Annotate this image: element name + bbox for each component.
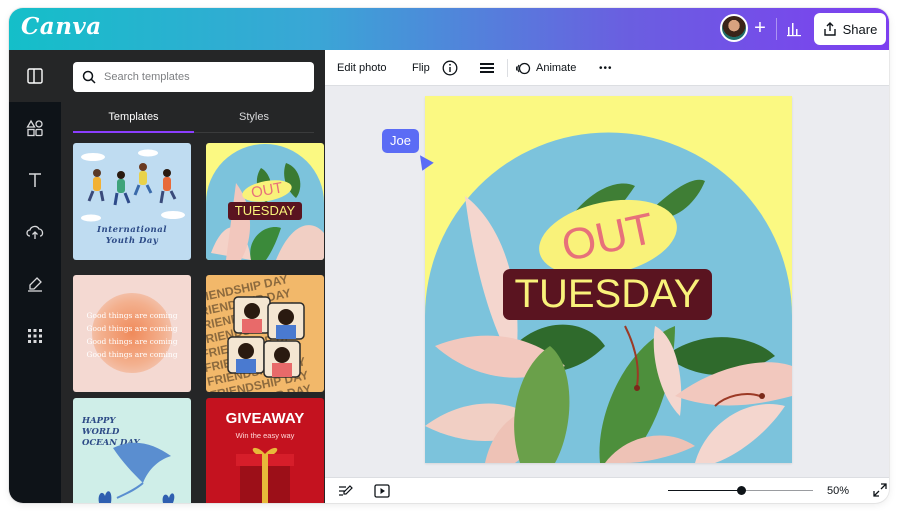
lines-icon xyxy=(480,63,494,73)
templates-panel: Templates Styles xyxy=(61,50,325,503)
canva-editor-window: Canva + Share Search templates Templates… xyxy=(9,8,889,503)
toolbar-divider xyxy=(507,59,508,77)
template-line: Good things are coming xyxy=(86,311,178,320)
layout-icon xyxy=(27,68,43,84)
flip-button[interactable]: Flip xyxy=(412,50,430,86)
notes-icon xyxy=(339,485,353,496)
template-line: Good things are coming xyxy=(86,337,178,346)
template-caption: International Youth Day xyxy=(97,225,167,246)
tab-templates[interactable]: Templates xyxy=(73,102,194,132)
info-button[interactable] xyxy=(442,50,458,86)
play-icon xyxy=(374,484,390,498)
template-tuesday-text: TUESDAY xyxy=(228,202,302,220)
editor-toolbar: Edit photo Flip Animate ••• xyxy=(325,50,889,86)
insights-button[interactable] xyxy=(779,13,809,45)
rail-templates[interactable] xyxy=(9,50,61,102)
add-collaborator-button[interactable]: + xyxy=(749,16,771,40)
share-label: Share xyxy=(842,21,878,37)
share-icon xyxy=(823,22,836,36)
friends-illustration xyxy=(227,296,305,378)
canvas-area: OUT TUESDAY Joe xyxy=(325,86,889,477)
template-thumbnail[interactable]: Good things are coming Good things are c… xyxy=(73,275,191,392)
apps-grid-icon xyxy=(28,329,42,343)
tab-styles[interactable]: Styles xyxy=(194,102,314,132)
template-lines: Good things are coming Good things are c… xyxy=(73,309,191,361)
user-avatar[interactable] xyxy=(720,14,748,42)
share-button[interactable]: Share xyxy=(814,13,886,45)
manta-ray-illustration xyxy=(98,442,175,503)
search-box[interactable] xyxy=(73,62,314,92)
top-bar: Canva + Share xyxy=(9,8,889,50)
zoom-slider-fill xyxy=(668,490,741,491)
panel-tabs: Templates Styles xyxy=(73,102,314,133)
template-line: Good things are coming xyxy=(86,350,178,359)
rail-apps[interactable] xyxy=(9,310,61,362)
line-spacing-button[interactable] xyxy=(479,50,495,86)
present-button[interactable] xyxy=(374,483,390,499)
gift-box-icon xyxy=(236,447,294,503)
canva-logo[interactable]: Canva xyxy=(21,13,102,40)
draw-icon xyxy=(28,277,42,292)
search-icon xyxy=(82,70,96,84)
template-line: Good things are coming xyxy=(86,324,178,333)
editor-footer: 50% xyxy=(325,477,889,503)
template-thumbnail[interactable]: FRIENDSHIP DAY FRIENDSHIP DAY FRIENDSHIP… xyxy=(206,275,324,392)
fullscreen-button[interactable] xyxy=(873,483,887,497)
side-nav-rail xyxy=(9,50,61,503)
zoom-level[interactable]: 50% xyxy=(827,478,849,503)
more-options-button[interactable]: ••• xyxy=(599,50,613,86)
tuesday-text[interactable]: TUESDAY xyxy=(503,269,712,320)
info-icon xyxy=(442,60,458,76)
cloud-upload-icon xyxy=(26,225,44,239)
expand-icon xyxy=(873,483,887,497)
animate-label: Animate xyxy=(536,62,577,74)
shapes-icon xyxy=(26,119,43,137)
search-input[interactable] xyxy=(104,71,304,83)
active-tab-indicator xyxy=(73,131,194,133)
template-thumbnail[interactable]: OUT TUESDAY xyxy=(206,143,324,260)
text-icon xyxy=(29,173,41,187)
zoom-slider-thumb[interactable] xyxy=(736,486,746,495)
edit-photo-button[interactable]: Edit photo xyxy=(337,50,387,86)
rail-draw[interactable] xyxy=(9,258,61,310)
zoom-slider[interactable] xyxy=(668,486,813,495)
rail-uploads[interactable] xyxy=(9,206,61,258)
rail-text[interactable] xyxy=(9,154,61,206)
rail-elements[interactable] xyxy=(9,102,61,154)
topbar-divider xyxy=(776,18,777,40)
design-page[interactable]: OUT TUESDAY xyxy=(425,96,792,463)
collaborator-name-tag: Joe xyxy=(382,129,419,153)
template-thumbnail[interactable]: HAPPY WORLD OCEAN DAY xyxy=(73,398,191,503)
notes-button[interactable] xyxy=(337,483,353,499)
animate-icon xyxy=(516,62,531,74)
template-thumbnail[interactable]: International Youth Day xyxy=(73,143,191,260)
animate-button[interactable]: Animate xyxy=(516,50,576,86)
bar-chart-icon xyxy=(787,23,801,37)
template-thumbnail[interactable]: GIVEAWAY Win the easy way xyxy=(206,398,324,503)
